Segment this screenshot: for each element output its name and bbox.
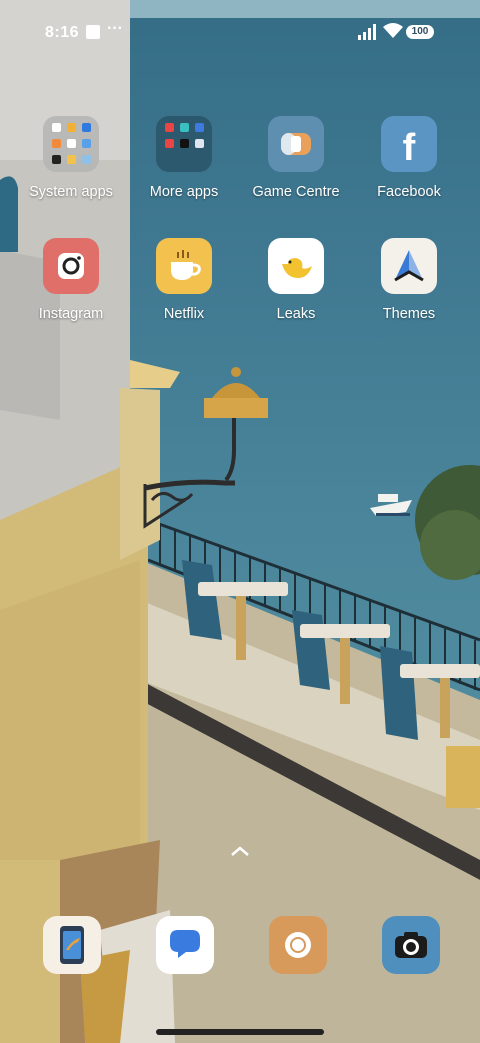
app-themes[interactable]: Themes — [354, 238, 464, 350]
status-time: 8:16 — [45, 24, 80, 41]
app-instagram[interactable]: Instagram — [16, 238, 126, 350]
game-centre-icon — [268, 116, 324, 172]
camera-icon — [395, 932, 427, 958]
more-notifications-icon: ··· — [107, 20, 123, 37]
wifi-icon — [383, 23, 403, 38]
phone-icon — [60, 926, 84, 964]
home-indicator[interactable] — [156, 1029, 324, 1035]
app-drawer-arrow-icon[interactable] — [229, 844, 251, 858]
svg-text:f: f — [403, 127, 416, 169]
app-label: Themes — [382, 306, 436, 322]
app-system-apps[interactable]: System apps — [16, 116, 126, 228]
app-netflix[interactable]: Netflix — [129, 238, 239, 350]
themes-icon — [381, 238, 437, 294]
facebook-icon: f — [381, 116, 437, 172]
app-label: Instagram — [38, 306, 104, 322]
screenshot-notification-icon — [86, 25, 100, 39]
dock-camera[interactable] — [382, 916, 440, 974]
app-label: Game Centre — [252, 184, 340, 200]
status-bar: 8:16 ··· 100 — [0, 0, 480, 64]
dock-phone[interactable] — [43, 916, 101, 974]
netflix-icon — [156, 238, 212, 294]
app-facebook[interactable]: f Facebook — [354, 116, 464, 228]
app-label: Facebook — [377, 184, 441, 200]
app-label: System apps — [29, 184, 113, 200]
battery-indicator: 100 — [406, 25, 434, 39]
instagram-icon — [43, 238, 99, 294]
folder-icon — [43, 116, 99, 172]
dock-messages[interactable] — [156, 916, 214, 974]
app-game-centre[interactable]: Game Centre — [241, 116, 351, 228]
app-label: Leaks — [276, 306, 316, 322]
folder-icon — [156, 116, 212, 172]
dock-browser[interactable] — [269, 916, 327, 974]
app-more-apps[interactable]: More apps — [129, 116, 239, 228]
signal-icon — [358, 24, 376, 40]
leaks-icon — [268, 238, 324, 294]
app-leaks[interactable]: Leaks — [241, 238, 351, 350]
app-label: More apps — [149, 184, 219, 200]
messages-icon — [170, 930, 200, 958]
app-label: Netflix — [163, 306, 205, 322]
browser-icon — [285, 932, 311, 958]
